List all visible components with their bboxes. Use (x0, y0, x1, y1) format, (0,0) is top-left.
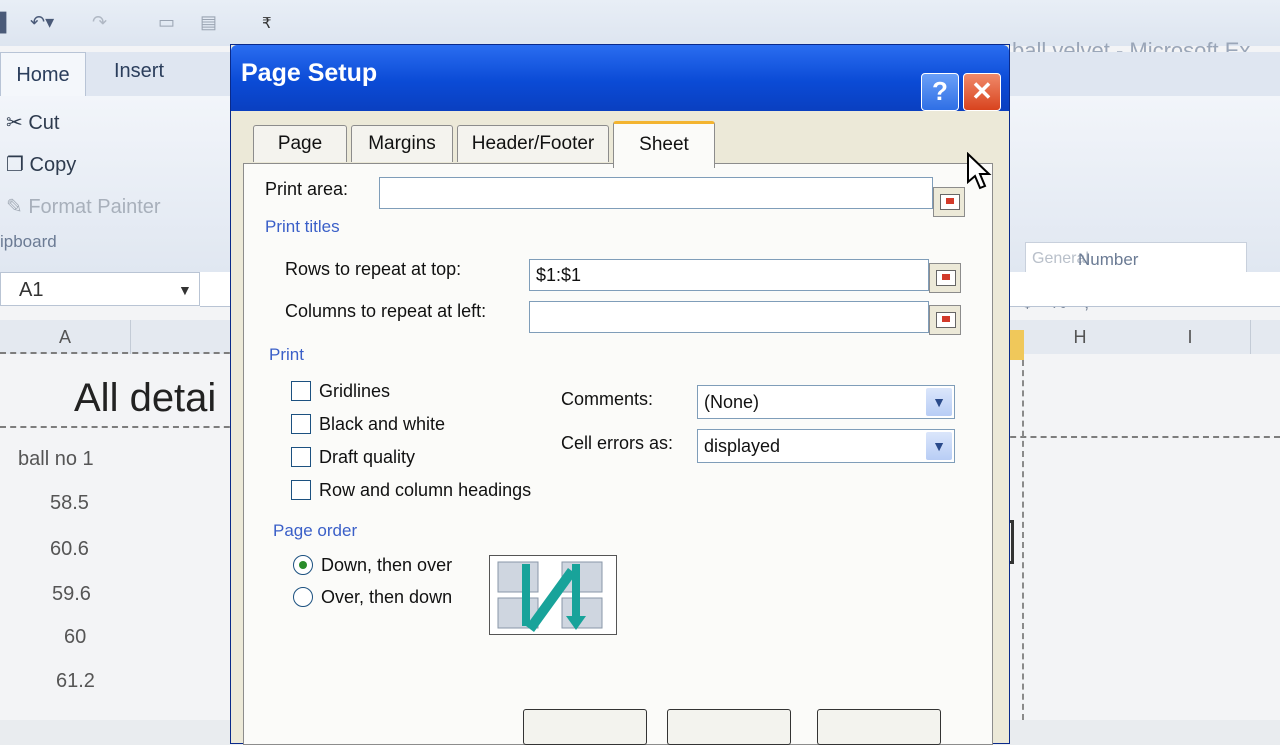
cut-label: Cut (28, 112, 60, 134)
tab-home[interactable]: Home (0, 52, 86, 97)
options-button[interactable] (817, 709, 941, 745)
close-button[interactable]: ✕ (963, 73, 1001, 111)
rows-to-repeat-collapse-button[interactable] (929, 263, 961, 293)
print-area-collapse-button[interactable] (933, 187, 965, 217)
customize-qat-icon[interactable]: ₹ (262, 14, 272, 32)
question-icon: ? (932, 76, 948, 106)
name-box[interactable]: A1 (0, 272, 200, 306)
cell-value[interactable]: 60.6 (50, 538, 89, 561)
range-select-icon (936, 312, 956, 328)
tab-insert[interactable]: Insert (114, 60, 164, 83)
range-select-icon (936, 270, 956, 286)
title-cell[interactable]: All detai (74, 376, 216, 421)
print-group-label: Print (269, 345, 304, 364)
clipboard-group-label: ipboard (0, 232, 57, 251)
print-area-label: Print area: (265, 179, 349, 199)
format-painter-button[interactable]: ✎ Format Painter (6, 194, 161, 219)
page-break-line-vertical (1022, 360, 1024, 720)
down-then-over-radio[interactable] (293, 555, 313, 575)
row-column-headings-label[interactable]: Row and column headings (319, 480, 531, 501)
over-then-down-label[interactable]: Over, then down (321, 587, 452, 608)
page-order-preview-icon (489, 555, 617, 635)
cut-button[interactable]: ✂ Cut (6, 110, 59, 135)
redo-icon[interactable]: ↷ (92, 12, 107, 33)
comments-value: (None) (704, 392, 760, 412)
print-button[interactable] (523, 709, 647, 745)
cell-value[interactable]: 58.5 (50, 492, 89, 515)
cell-value[interactable]: 60 (64, 626, 86, 649)
page-break-line (0, 426, 240, 428)
comments-select[interactable]: (None) ▼ (697, 385, 955, 419)
name-box-dropdown-icon[interactable]: ▼ (178, 282, 192, 298)
cell-value[interactable]: 61.2 (56, 670, 95, 693)
column-header-h[interactable]: H (1030, 320, 1131, 354)
columns-to-repeat-label: Columns to repeat at left: (285, 301, 487, 321)
tab-sheet[interactable]: Sheet (613, 121, 715, 168)
number-group-label: Number (1078, 250, 1139, 269)
copy-button[interactable]: ❐ Copy (6, 152, 76, 177)
columns-to-repeat-input[interactable] (529, 301, 929, 333)
page-break-line (1000, 436, 1280, 438)
draft-quality-checkbox[interactable] (291, 447, 311, 467)
row-column-headings-checkbox[interactable] (291, 480, 311, 500)
rows-to-repeat-input[interactable]: $1:$1 (529, 259, 929, 291)
cell-errors-value: displayed (704, 436, 781, 456)
columns-to-repeat-collapse-button[interactable] (929, 305, 961, 335)
tab-header-footer[interactable]: Header/Footer (457, 125, 609, 162)
comments-label: Comments: (561, 389, 654, 409)
cell-value[interactable]: ball no 1 (18, 448, 94, 471)
print-titles-label: Print titles (265, 217, 340, 236)
help-button[interactable]: ? (921, 73, 959, 111)
draft-quality-label[interactable]: Draft quality (319, 447, 415, 468)
mouse-cursor-icon (967, 152, 992, 190)
cell-errors-label: Cell errors as: (561, 433, 674, 453)
save-icon[interactable]: ▌ (0, 12, 13, 33)
page-setup-dialog: Page Setup ? ✕ Page Margins Header/Foote… (230, 44, 1010, 745)
down-then-over-label[interactable]: Down, then over (321, 555, 452, 576)
chevron-down-icon[interactable]: ▼ (926, 432, 952, 460)
column-header-a[interactable]: A (0, 320, 131, 354)
range-select-icon (940, 194, 960, 210)
page-break-line (0, 352, 240, 354)
close-icon: ✕ (971, 76, 993, 106)
tab-margins[interactable]: Margins (351, 125, 453, 162)
cell-errors-select[interactable]: displayed ▼ (697, 429, 955, 463)
dialog-titlebar[interactable]: Page Setup ? ✕ (231, 45, 1009, 111)
tab-page[interactable]: Page (253, 125, 347, 162)
over-then-down-radio[interactable] (293, 587, 313, 607)
new-doc-icon[interactable]: ▭ (158, 12, 175, 33)
gridlines-checkbox[interactable] (291, 381, 311, 401)
chevron-down-icon[interactable]: ▼ (926, 388, 952, 416)
rows-to-repeat-label: Rows to repeat at top: (285, 259, 462, 279)
print-area-input[interactable] (379, 177, 933, 209)
dialog-title: Page Setup (241, 59, 378, 87)
print-preview-button[interactable] (667, 709, 791, 745)
black-and-white-checkbox[interactable] (291, 414, 311, 434)
undo-icon[interactable]: ↶▾ (30, 12, 54, 33)
column-header-i[interactable]: I (1130, 320, 1251, 354)
format-painter-label: Format Painter (28, 196, 161, 218)
cell-value[interactable]: 59.6 (52, 583, 91, 606)
black-and-white-label[interactable]: Black and white (319, 414, 445, 435)
print-preview-icon[interactable]: ▤ (200, 12, 217, 33)
gridlines-label[interactable]: Gridlines (319, 381, 390, 402)
quick-access-toolbar: ▌ ↶▾ ↷ ▭ ▤ ₹ ball velvet - Microsoft Ex (0, 0, 1280, 63)
page-order-label: Page order (273, 521, 358, 540)
copy-label: Copy (29, 154, 77, 176)
